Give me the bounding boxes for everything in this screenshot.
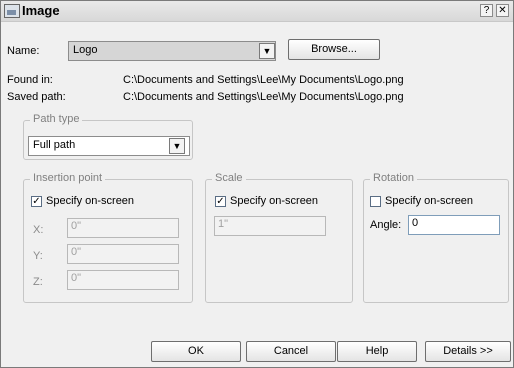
browse-button[interactable]: Browse... [288,39,380,60]
help-icon[interactable]: ? [480,4,493,17]
path-type-group-label: Path type [30,113,83,125]
saved-path-label: Saved path: [7,91,66,103]
close-icon[interactable]: ✕ [496,4,509,17]
y-field[interactable]: 0" [67,244,179,264]
found-in-label: Found in: [7,74,53,86]
rotation-group-label: Rotation [370,172,417,184]
dialog-title: Image [22,3,60,18]
insertion-specify-checkbox[interactable]: ✓ [31,196,42,207]
angle-label: Angle: [370,219,402,231]
z-label: Z: [33,276,43,288]
path-type-select-value: Full path [33,139,76,151]
title-bar[interactable]: Image ? ✕ [1,1,513,22]
name-combobox[interactable]: Logo [68,41,276,61]
path-type-group: Path type Full path ▼ [23,113,193,160]
ok-button[interactable]: OK [151,341,241,362]
scale-specify-checkbox[interactable]: ✓ [215,196,226,207]
name-dropdown-chevron-icon[interactable]: ▼ [259,43,275,59]
image-dialog: Image ? ✕ Name: Logo ▼ Browse... Found i… [0,0,514,368]
help-button[interactable]: Help [337,341,417,362]
insertion-point-group-label: Insertion point [30,172,106,184]
insertion-specify-label: Specify on-screen [46,195,135,207]
name-combobox-value: Logo [73,44,98,56]
z-field[interactable]: 0" [67,270,179,290]
scale-group-label: Scale [212,172,246,184]
rotation-group: Rotation Specify on-screen Angle: 0 [363,172,509,303]
scale-field[interactable]: 1" [214,216,326,236]
scale-specify-label: Specify on-screen [230,195,319,207]
details-button[interactable]: Details >> [425,341,511,362]
name-label: Name: [7,45,40,57]
y-label: Y: [33,250,43,262]
rotation-specify-checkbox[interactable] [370,196,381,207]
x-field[interactable]: 0" [67,218,179,238]
image-app-icon [4,4,20,18]
found-in-value: C:\Documents and Settings\Lee\My Documen… [123,74,404,86]
cancel-button[interactable]: Cancel [246,341,336,362]
path-type-chevron-down-icon[interactable]: ▼ [169,138,185,154]
saved-path-value: C:\Documents and Settings\Lee\My Documen… [123,91,404,103]
x-label: X: [33,224,44,236]
rotation-specify-label: Specify on-screen [385,195,474,207]
insertion-point-group: Insertion point ✓ Specify on-screen X: 0… [23,172,193,303]
scale-group: Scale ✓ Specify on-screen 1" [205,172,353,303]
path-type-select[interactable]: Full path [28,136,190,156]
angle-field[interactable]: 0 [408,215,500,235]
